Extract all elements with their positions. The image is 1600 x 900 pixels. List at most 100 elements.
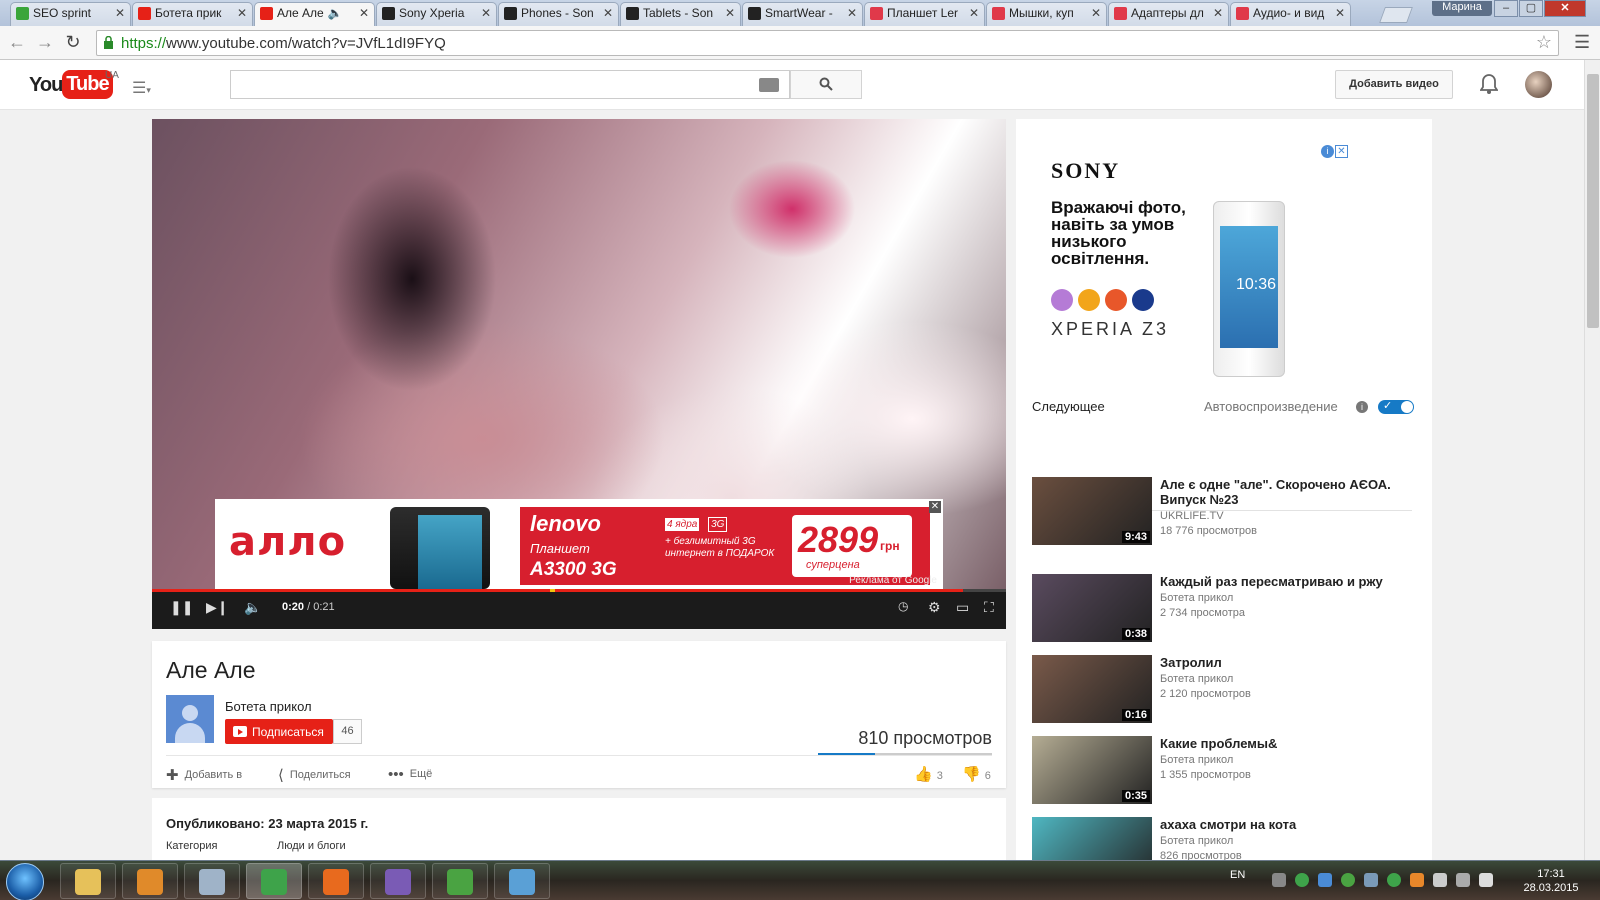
add-to-button[interactable]: ✚ Добавить в bbox=[166, 766, 242, 784]
account-avatar[interactable] bbox=[1525, 71, 1552, 98]
volume-icon[interactable]: 🔈 bbox=[244, 599, 261, 616]
close-window-button[interactable]: ✕ bbox=[1544, 0, 1586, 17]
next-icon[interactable]: ▶❙ bbox=[206, 599, 229, 616]
tray-icon[interactable] bbox=[1295, 873, 1309, 887]
language-indicator[interactable]: EN bbox=[1230, 869, 1245, 881]
related-video-item[interactable]: 0:38 Каждый раз пересматриваю и ржу Ботета… bbox=[1032, 574, 1422, 644]
share-button[interactable]: ⟨ Поделиться bbox=[278, 766, 351, 784]
dislike-button[interactable]: 👎 6 bbox=[962, 765, 991, 783]
video-overlay-ad[interactable]: аллo lenovo Планшет A3300 3G 4 ядра 3G +… bbox=[215, 499, 943, 589]
youtube-logo[interactable]: You Tube UA bbox=[29, 70, 119, 99]
browser-tab[interactable]: SmartWear - ✕ bbox=[742, 2, 863, 26]
scrollbar-thumb[interactable] bbox=[1587, 74, 1599, 328]
video-thumbnail[interactable]: 0:16 bbox=[1032, 655, 1152, 723]
subscribe-button[interactable]: Подписаться bbox=[225, 719, 333, 744]
browser-tab[interactable]: Аудио- и вид ✕ bbox=[1230, 2, 1351, 26]
back-icon[interactable]: ← bbox=[6, 32, 28, 53]
video-thumbnail[interactable]: 0:19 bbox=[1032, 817, 1152, 860]
related-video-title[interactable]: Але є одне "але". Скорочено АЄОА. Випуск… bbox=[1160, 477, 1410, 507]
taskbar-paint-button[interactable] bbox=[494, 863, 550, 899]
browser-tab[interactable]: Мышки, куп ✕ bbox=[986, 2, 1107, 26]
related-video-item[interactable]: 0:19 ахаха смотри на кота Ботета прикол 826… bbox=[1032, 817, 1422, 860]
tab-close-icon[interactable]: ✕ bbox=[1091, 6, 1101, 20]
related-video-title[interactable]: Затролил bbox=[1160, 655, 1410, 670]
video-thumbnail[interactable]: 9:43 bbox=[1032, 477, 1152, 545]
tab-close-icon[interactable]: ✕ bbox=[847, 6, 857, 20]
page-scrollbar[interactable] bbox=[1584, 60, 1600, 860]
related-video-title[interactable]: Каждый раз пересматриваю и ржу bbox=[1160, 574, 1410, 589]
utorrent-tray-icon[interactable] bbox=[1341, 873, 1355, 887]
notifications-bell-icon[interactable] bbox=[1480, 73, 1498, 95]
related-video-item[interactable]: 9:43 Але є одне "але". Скорочено АЄОА. Ви… bbox=[1032, 477, 1422, 547]
taskbar-firefox-button[interactable] bbox=[308, 863, 364, 899]
forward-icon[interactable]: → bbox=[34, 32, 56, 53]
video-thumbnail[interactable]: 0:35 bbox=[1032, 736, 1152, 804]
taskbar-calculator-button[interactable] bbox=[184, 863, 240, 899]
tab-close-icon[interactable]: ✕ bbox=[725, 6, 735, 20]
theater-mode-icon[interactable]: ▭ bbox=[956, 599, 969, 616]
bookmark-star-icon[interactable]: ☆ bbox=[1536, 32, 1552, 53]
tray-icon[interactable] bbox=[1272, 873, 1286, 887]
autoplay-toggle[interactable]: ✓ bbox=[1378, 400, 1414, 414]
taskbar-utorrent-button[interactable] bbox=[432, 863, 488, 899]
related-video-item[interactable]: 0:35 Какие проблемы& Ботета прикол 1 355 пр… bbox=[1032, 736, 1422, 806]
tab-close-icon[interactable]: ✕ bbox=[359, 6, 369, 20]
address-bar[interactable]: https://www.youtube.com/watch?v=JVfL1dI9… bbox=[96, 30, 1559, 56]
pause-icon[interactable]: ❚❚ bbox=[170, 599, 193, 616]
chrome-tray-icon[interactable] bbox=[1387, 873, 1401, 887]
watch-later-icon[interactable]: ◷ bbox=[898, 599, 908, 613]
profile-badge[interactable]: Марина bbox=[1432, 1, 1492, 16]
taskbar-media-player-button[interactable] bbox=[122, 863, 178, 899]
search-input[interactable] bbox=[230, 70, 790, 99]
tab-close-icon[interactable]: ✕ bbox=[969, 6, 979, 20]
browser-tab[interactable]: Sony Xperia ✕ bbox=[376, 2, 497, 26]
ads-by-google[interactable]: Реклама от Google bbox=[849, 575, 937, 586]
taskbar-chrome-button[interactable] bbox=[246, 863, 302, 899]
info-icon[interactable]: i bbox=[1356, 401, 1368, 413]
taskbar-explorer-button[interactable] bbox=[60, 863, 116, 899]
start-button[interactable] bbox=[6, 863, 44, 900]
network-icon[interactable] bbox=[1456, 873, 1470, 887]
upload-button[interactable]: Добавить видео bbox=[1335, 70, 1453, 99]
channel-name[interactable]: Ботета прикол bbox=[225, 699, 312, 714]
tab-close-icon[interactable]: ✕ bbox=[115, 6, 125, 20]
maximize-button[interactable]: ▢ bbox=[1519, 0, 1543, 17]
ad-close-icon[interactable]: ✕ bbox=[929, 501, 941, 513]
related-video-item[interactable]: 0:16 Затролил Ботета прикол 2 120 просмотро… bbox=[1032, 655, 1422, 725]
tab-close-icon[interactable]: ✕ bbox=[481, 6, 491, 20]
progress-bar[interactable] bbox=[152, 589, 1006, 592]
tab-close-icon[interactable]: ✕ bbox=[1213, 6, 1223, 20]
guide-menu-icon[interactable]: ☰▾ bbox=[132, 78, 151, 98]
taskbar-visual-studio-button[interactable] bbox=[370, 863, 426, 899]
chrome-menu-icon[interactable]: ☰ bbox=[1574, 32, 1590, 53]
browser-tab[interactable]: SEO sprint ✕ bbox=[10, 2, 131, 26]
reload-icon[interactable]: ↻ bbox=[62, 32, 84, 53]
settings-gear-icon[interactable]: ⚙ bbox=[928, 599, 941, 616]
system-clock[interactable]: 17:31 28.03.2015 bbox=[1516, 867, 1586, 895]
browser-tab[interactable]: Адаптеры дл ✕ bbox=[1108, 2, 1229, 26]
video-thumbnail[interactable]: 0:38 bbox=[1032, 574, 1152, 642]
video-player[interactable]: аллo lenovo Планшет A3300 3G 4 ядра 3G +… bbox=[152, 119, 1006, 629]
adchoices-close-icon[interactable]: ✕ bbox=[1335, 145, 1348, 158]
keyboard-icon[interactable] bbox=[759, 78, 779, 92]
volume-tray-icon[interactable] bbox=[1479, 873, 1493, 887]
adchoices-info-icon[interactable]: i bbox=[1321, 145, 1334, 158]
sony-display-ad[interactable]: SONY Вражаючі фото, навіть за умов низьк… bbox=[1036, 129, 1348, 389]
minimize-button[interactable]: – bbox=[1494, 0, 1518, 17]
related-video-title[interactable]: ахаха смотри на кота bbox=[1160, 817, 1410, 832]
like-button[interactable]: 👍 3 bbox=[914, 765, 943, 783]
browser-tab[interactable]: Ботета прик ✕ bbox=[132, 2, 253, 26]
browser-tab[interactable]: Але Але 🔈 ✕ bbox=[254, 2, 375, 27]
channel-avatar[interactable] bbox=[166, 695, 214, 743]
fullscreen-icon[interactable]: ⛶ bbox=[984, 599, 994, 616]
category-value[interactable]: Люди и блоги bbox=[277, 840, 346, 852]
browser-tab[interactable]: Планшет Ler ✕ bbox=[864, 2, 985, 26]
related-video-title[interactable]: Какие проблемы& bbox=[1160, 736, 1410, 751]
tab-close-icon[interactable]: ✕ bbox=[1335, 6, 1345, 20]
browser-tab[interactable]: Tablets - Son ✕ bbox=[620, 2, 741, 26]
tray-icon[interactable] bbox=[1364, 873, 1378, 887]
new-tab-button[interactable] bbox=[1379, 7, 1413, 23]
rss-tray-icon[interactable] bbox=[1410, 873, 1424, 887]
tab-close-icon[interactable]: ✕ bbox=[603, 6, 613, 20]
tab-close-icon[interactable]: ✕ bbox=[237, 6, 247, 20]
